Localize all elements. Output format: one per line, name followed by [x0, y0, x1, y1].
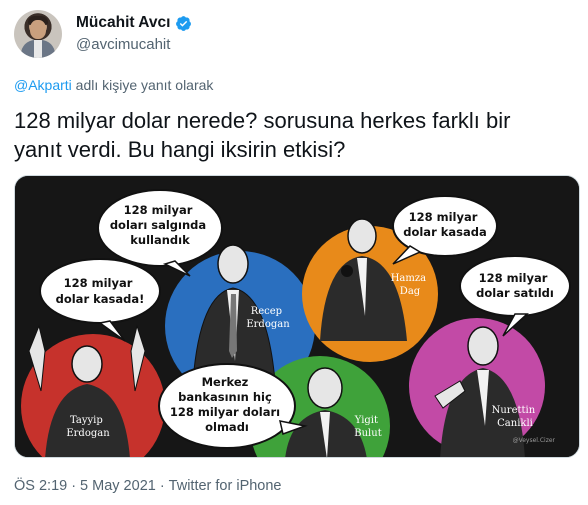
reply-context-label: adlı kişiye yanıt olarak — [71, 77, 214, 93]
author-name-row[interactable]: Mücahit Avcı — [76, 14, 192, 32]
reply-context: @Akparti adlı kişiye yanıt olarak — [14, 77, 213, 93]
bubble-5-line: Merkez — [202, 375, 249, 389]
verified-badge-icon — [176, 15, 192, 31]
svg-text:128 milyar dolar satıl: 128 milyar dolar satıldı — [476, 271, 554, 300]
tweet-source[interactable]: Twitter for iPhone — [169, 478, 282, 494]
bubble-3-line: 128 milyar — [64, 276, 133, 290]
bubble-1-line: 128 milyar — [124, 203, 193, 217]
name-label-erdogan-2: Erdogan — [66, 428, 110, 439]
author-handle[interactable]: @avcimucahit — [76, 36, 170, 53]
bubble-1-line: doları salgında — [110, 218, 206, 232]
bubble-2-line: dolar kasada — [403, 225, 487, 239]
name-label-erdogan: Erdogan — [246, 319, 290, 330]
bubble-5-line: bankasının hiç — [178, 390, 272, 404]
name-label-yigit: Yigit — [354, 415, 378, 426]
author-display-name[interactable]: Mücahit Avcı — [76, 14, 170, 32]
name-label-dag: Dag — [400, 286, 421, 297]
bubble-3-line: dolar kasada! — [56, 292, 145, 306]
bubble-4-line: dolar satıldı — [476, 286, 554, 300]
bubble-1-line: kullandık — [130, 233, 190, 247]
cartoon-illustration: 128 milyar doları salgında kullandık 128… — [15, 176, 579, 457]
meta-separator: · — [71, 478, 77, 494]
name-label-recep: Recep — [251, 306, 282, 317]
tweet-meta: ÖS 2:19 · 5 May 2021 · Twitter for iPhon… — [14, 478, 282, 494]
svg-text:128 milyar dolar kasad: 128 milyar dolar kasada — [403, 210, 487, 239]
tweet-text: 128 milyar dolar nerede? sorusuna herkes… — [14, 106, 574, 164]
tweet-text-line: yanıt verdi. Bu hangi iksirin etkisi? — [14, 137, 346, 162]
name-label-hamza: Hamza — [391, 273, 426, 284]
tweet-text-line: 128 milyar dolar nerede? sorusuna herkes… — [14, 108, 511, 133]
tweet-time[interactable]: ÖS 2:19 — [14, 478, 67, 494]
name-label-canikli: Canikli — [497, 418, 533, 429]
reply-mention-link[interactable]: @Akparti — [14, 77, 72, 93]
artist-signature: @Veysel.Cizer — [513, 437, 556, 444]
tweet-date[interactable]: 5 May 2021 — [80, 478, 156, 494]
name-label-bulut: Bulut — [354, 428, 381, 439]
bubble-4-line: 128 milyar — [479, 271, 548, 285]
bubble-2-line: 128 milyar — [409, 210, 478, 224]
name-label-tayyip: Tayyip — [70, 415, 103, 426]
bubble-5-line: 128 milyar doları — [170, 405, 280, 419]
tweet-media-image[interactable]: 128 milyar doları salgında kullandık 128… — [14, 175, 580, 458]
bubble-5-line: olmadı — [205, 420, 249, 434]
tweet-header: Mücahit Avcı @avcimucahit — [14, 10, 574, 60]
avatar[interactable] — [14, 10, 62, 58]
meta-separator: · — [159, 478, 165, 494]
name-label-nurettin: Nurettin — [492, 405, 536, 416]
